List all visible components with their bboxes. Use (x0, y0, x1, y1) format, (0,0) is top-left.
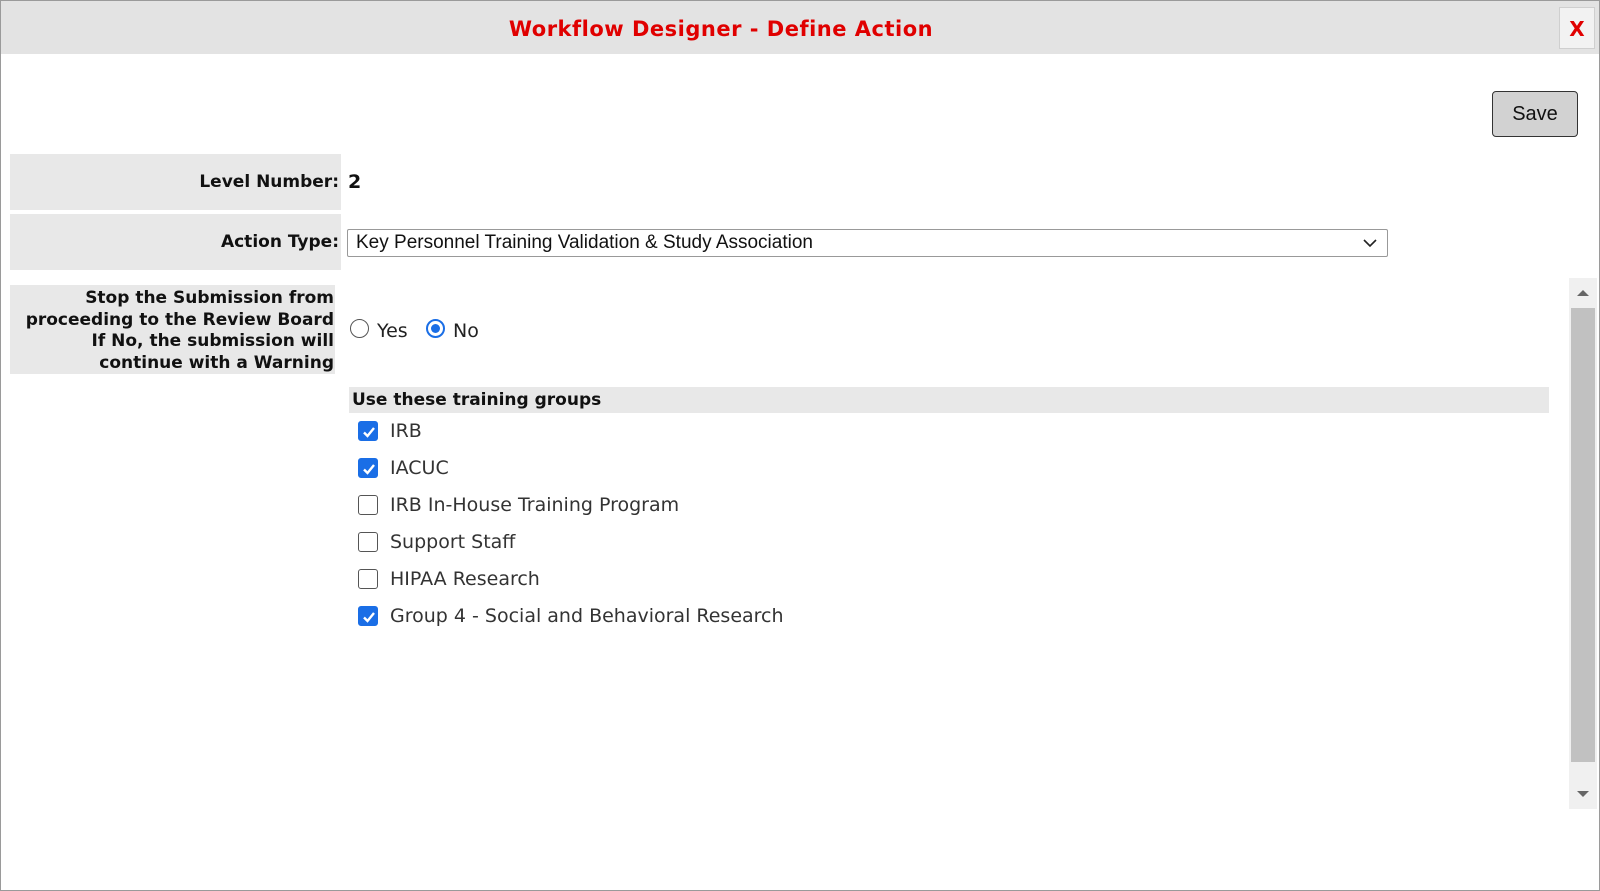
title-bar: Workflow Designer - Define Action X (1, 1, 1599, 54)
checkbox[interactable] (358, 606, 378, 626)
radio-yes[interactable] (350, 319, 369, 338)
radio-no[interactable] (426, 319, 445, 338)
checkbox-label[interactable]: Group 4 - Social and Behavioral Research (390, 605, 784, 627)
vertical-scrollbar[interactable] (1569, 278, 1597, 809)
scrollbar-thumb[interactable] (1571, 308, 1595, 762)
level-number-label: Level Number: (10, 154, 341, 210)
checkmark-icon (363, 464, 375, 475)
checkbox[interactable] (358, 421, 378, 441)
stop-submission-label-line: proceeding to the Review Board (25, 309, 334, 330)
stop-submission-label-line: If No, the submission will (91, 331, 334, 351)
checkbox[interactable] (358, 458, 378, 478)
save-button[interactable]: Save (1492, 91, 1578, 137)
level-number-value: 2 (348, 171, 362, 193)
checkbox-label[interactable]: HIPAA Research (390, 568, 540, 590)
scroll-down-arrow-icon (1577, 791, 1589, 797)
define-action-dialog: Workflow Designer - Define Action X Save… (0, 0, 1600, 891)
checkbox-label[interactable]: IRB In-House Training Program (390, 494, 679, 516)
training-groups-header: Use these training groups (349, 387, 1549, 413)
scroll-up-arrow-icon (1577, 290, 1589, 296)
checkbox-label[interactable]: IACUC (390, 457, 449, 479)
checkbox-label[interactable]: Support Staff (390, 531, 515, 553)
close-button[interactable]: X (1559, 7, 1595, 49)
radio-yes-label[interactable]: Yes (377, 320, 408, 342)
checkbox[interactable] (358, 532, 378, 552)
scroll-down-button[interactable] (1569, 779, 1597, 809)
stop-submission-label-line: Stop the Submission from (85, 288, 334, 308)
stop-submission-label: Stop the Submission from proceeding to t… (10, 285, 335, 374)
radio-no-label[interactable]: No (453, 320, 479, 342)
action-type-select[interactable]: Key Personnel Training Validation & Stud… (347, 229, 1388, 257)
chevron-down-icon (1363, 239, 1377, 248)
action-type-selected-value: Key Personnel Training Validation & Stud… (356, 232, 813, 253)
stop-submission-label-line: continue with a Warning (99, 352, 334, 373)
checkbox-label[interactable]: IRB (390, 420, 422, 442)
scroll-up-button[interactable] (1569, 278, 1597, 308)
action-type-label: Action Type: (10, 214, 341, 270)
dialog-title: Workflow Designer - Define Action (508, 17, 934, 41)
close-icon: X (1569, 17, 1585, 41)
checkmark-icon (363, 427, 375, 438)
checkbox[interactable] (358, 569, 378, 589)
checkbox[interactable] (358, 495, 378, 515)
checkmark-icon (363, 612, 375, 623)
